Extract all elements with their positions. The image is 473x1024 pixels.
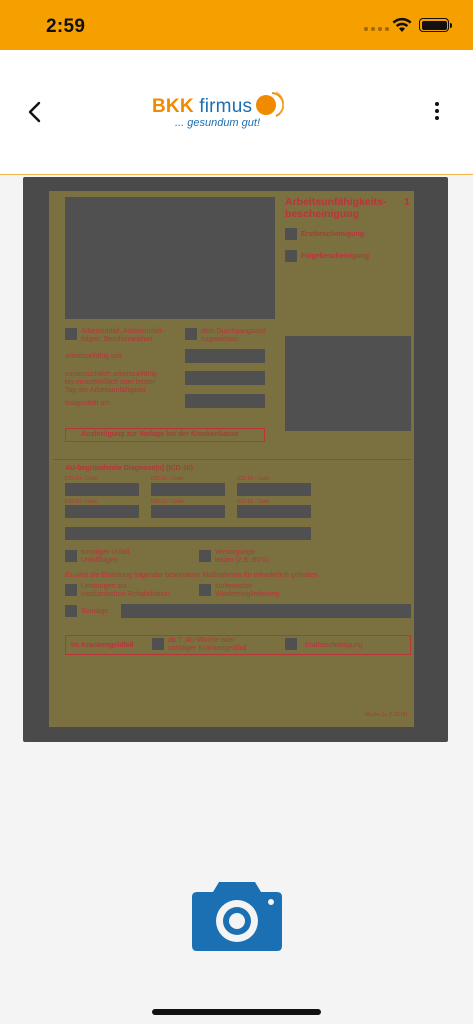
label-stufenweise-2: Wiedereingliederung [215, 591, 280, 598]
bkk-firmus-logo: BKK firmus ... gesundum gut! [152, 88, 292, 134]
label-sonstiger-unfall: sonstiger Unfall, [81, 549, 132, 556]
date-field-bis [185, 371, 265, 385]
label-ab-au-woche-1: ab 7. AU-Woche oder [168, 637, 235, 644]
label-endbescheinigung: Endbescheinigung [305, 642, 363, 649]
label-versorgungsleiden-2: leiden (z.B. BVG) [215, 557, 270, 564]
label-leistungen-1: Leistungen zur [81, 583, 127, 590]
form-number: 1 [404, 196, 410, 208]
document-preview: Arbeitsunfähigkeits- bescheinigung 1 Ers… [23, 177, 448, 742]
status-bar: 2:59 [0, 0, 473, 50]
label-leistungen-2: medizinischen Rehabilitation [81, 591, 170, 598]
checkbox-sonstige [65, 605, 77, 617]
checkbox-versorgungsleiden [199, 550, 211, 562]
chevron-left-icon [28, 101, 41, 123]
logo-wordmark: BKK firmus [152, 96, 252, 118]
checkbox-folgebescheinigung [285, 250, 297, 262]
label-krankengeldfall: Im Krankengeldfall [71, 642, 134, 649]
label-ab-au-woche-2: sonstiger Krankengeldfall [168, 645, 247, 652]
label-stufenweise-1: stufenweise [215, 583, 252, 590]
address-field [65, 197, 275, 319]
vertical-dots-icon [435, 102, 439, 106]
label-arbeitsunfaehig-seit: arbeitsunfähig seit [65, 353, 122, 360]
icd-field-5 [151, 505, 225, 518]
label-voraussichtlich-2: bis einschließlich oder letzter [65, 379, 155, 386]
label-erstbescheinigung: Erstbescheinigung [301, 231, 365, 238]
battery-icon [419, 18, 452, 32]
icd-field-6 [237, 505, 311, 518]
date-field-festgestellt [185, 394, 265, 408]
label-icd-1: ICD-10 - Code [65, 476, 98, 482]
au-form-image: Arbeitsunfähigkeits- bescheinigung 1 Ers… [49, 191, 414, 727]
icd-field-1 [65, 483, 139, 496]
date-field-seit [185, 349, 265, 363]
icd-field-4 [65, 505, 139, 518]
label-icd-3: ICD-10 - Code [237, 476, 270, 482]
logo-brand: BKK [152, 96, 194, 117]
label-versorgungsleiden: Versorgungs- [215, 549, 257, 556]
icd-field-3 [237, 483, 311, 496]
label-durchgangsarzt-2: zugewiesen [201, 336, 238, 343]
checkbox-erstbescheinigung [285, 228, 297, 240]
label-sonstige: Sonstige [81, 608, 109, 615]
camera-button[interactable] [191, 880, 283, 952]
label-sonstiger-unfall-2: Unfallfolgen [81, 557, 118, 564]
label-voraussichtlich-1: voraussichtlich arbeitsunfähig [65, 371, 157, 378]
cellular-signal-icon [364, 27, 389, 31]
checkbox-sonstiger-unfall [65, 550, 77, 562]
back-button[interactable] [24, 100, 48, 124]
home-indicator [152, 1009, 321, 1015]
checkbox-stufenweise [199, 584, 211, 596]
label-icd-2: ICD-10 - Code [151, 476, 184, 482]
logo-tagline: ... gesundum gut! [175, 117, 260, 129]
more-options-button[interactable] [428, 102, 446, 124]
form-divider [53, 459, 411, 460]
sun-logo-icon [256, 91, 284, 117]
label-arbeitsunfall-2: folgen, Berufskrankheit [81, 336, 153, 343]
logo-name: firmus [199, 96, 253, 117]
diagnosis-text-field [65, 527, 311, 540]
checkbox-durchgangsarzt [185, 328, 197, 340]
label-arbeitsunfall: Arbeitsunfall, Arbeitsunfall- [81, 328, 164, 335]
checkbox-arbeitsunfall [65, 328, 77, 340]
form-title-1: Arbeitsunfähigkeits- [285, 196, 387, 208]
checkbox-endbescheinigung [285, 638, 297, 650]
wifi-icon [392, 17, 412, 32]
label-festgestellt-am: festgestellt am [65, 400, 111, 407]
label-muster: Muster 1a (1.2018) [365, 712, 408, 718]
label-folgebescheinigung: Folgebescheinigung [301, 253, 370, 260]
nav-header: BKK firmus ... gesundum gut! [0, 50, 473, 175]
label-voraussichtlich-3: Tag der Arbeitsunfähigkeit [65, 387, 146, 394]
icd-field-2 [151, 483, 225, 496]
camera-icon [192, 882, 282, 951]
doctor-stamp-field [285, 336, 411, 431]
label-durchgangsarzt: dem Durchgangsarzt [201, 328, 266, 335]
checkbox-leistungen [65, 584, 77, 596]
checkbox-ab-au-woche [152, 638, 164, 650]
label-diagnose: AU-begründende Diagnose(n) (ICD-10) [65, 465, 193, 472]
sonstige-text-field [121, 604, 411, 618]
form-title-2: bescheinigung [285, 208, 360, 220]
label-ausfertigung: Ausfertigung zur Vorlage bei der Kranken… [81, 431, 239, 438]
label-massnahmen: Es wird die Einleitung folgender besonde… [65, 572, 318, 579]
status-time: 2:59 [46, 16, 86, 37]
